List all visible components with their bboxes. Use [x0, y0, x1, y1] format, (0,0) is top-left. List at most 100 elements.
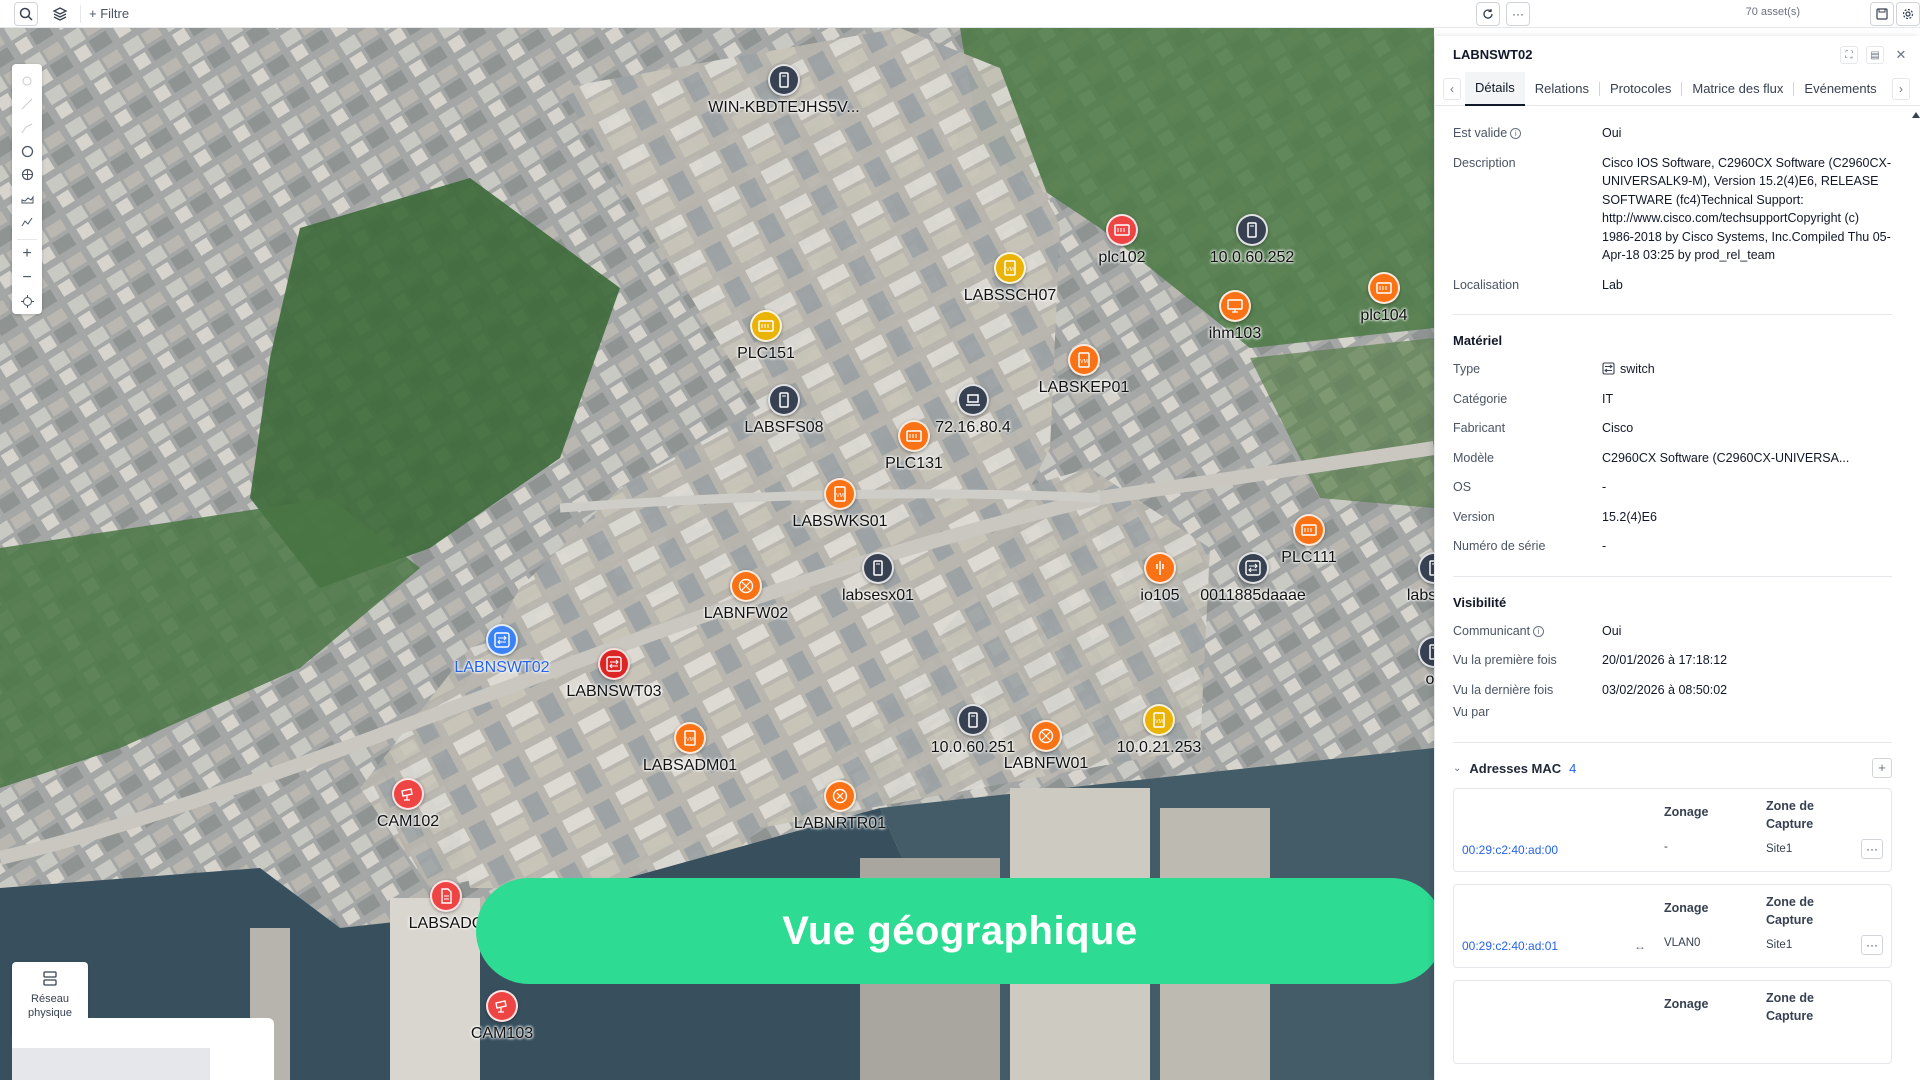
info-icon[interactable]: i	[1510, 128, 1522, 140]
elevation-tool-button[interactable]	[16, 211, 38, 233]
row-description: Description Cisco IOS Software, C2960CX …	[1453, 154, 1892, 265]
svg-text:VM: VM	[686, 737, 694, 743]
capture-header: Zone de Capture	[1766, 990, 1814, 1023]
mac-card: Zonage Zone de Capture	[1453, 979, 1892, 1064]
mac-section-header[interactable]: ⌄ Adresses MAC 4 +	[1453, 757, 1892, 778]
os-label: OS	[1453, 480, 1472, 494]
asset-marker[interactable]: CAM102	[308, 778, 508, 831]
settings-button[interactable]	[1896, 2, 1920, 26]
globe-tool-button[interactable]	[16, 164, 38, 186]
row-derniere: Vu la dernière fois 03/02/2026 à 08:50:0…	[1453, 681, 1892, 700]
asset-marker[interactable]: 10.0.60.252	[1152, 214, 1352, 267]
measure-tool-button[interactable]	[16, 70, 38, 92]
info-icon[interactable]: i	[1533, 625, 1545, 637]
line-tool-button[interactable]	[16, 94, 38, 116]
add-mac-button[interactable]: +	[1872, 757, 1892, 778]
localisation-value: Lab	[1602, 277, 1623, 292]
asset-marker[interactable]: PLC131	[814, 420, 1014, 473]
elevation-icon	[21, 217, 32, 227]
categorie-label: Catégorie	[1453, 391, 1508, 406]
save-button[interactable]	[1870, 2, 1894, 26]
communicant-value: Oui	[1602, 623, 1622, 638]
asset-marker[interactable]: CAM103	[402, 990, 602, 1043]
asset-marker[interactable]: oc	[1334, 636, 1434, 689]
panel-tabs: ‹ Détails Relations Protocoles Matrice d…	[1435, 71, 1920, 106]
tab-evenements[interactable]: Evénements	[1794, 72, 1876, 106]
more-options-button[interactable]: ···	[1861, 934, 1883, 955]
asset-marker[interactable]: PLC151	[666, 310, 866, 363]
mac-address-link[interactable]: 00:29:c2:40:ad:00	[1462, 843, 1558, 857]
polyline-tool-button[interactable]	[16, 117, 38, 139]
add-filter-button[interactable]: + Filtre	[89, 6, 129, 21]
tab-protocoles[interactable]: Protocoles	[1600, 72, 1681, 106]
area-tool-button[interactable]	[16, 188, 38, 210]
close-icon: ✕	[1895, 47, 1907, 62]
network-icon	[43, 971, 57, 986]
asset-marker[interactable]: labscyb	[1334, 552, 1434, 605]
zoom-out-button[interactable]: −	[16, 267, 38, 289]
tabs-next-button[interactable]: ›	[1892, 78, 1910, 100]
asset-marker[interactable]: LABNRTR01	[740, 780, 940, 833]
layers-button[interactable]	[48, 2, 72, 26]
locate-button[interactable]	[16, 290, 38, 312]
asset-marker[interactable]: VM 10.0.21.253	[1059, 704, 1259, 757]
server-icon	[1418, 636, 1434, 668]
asset-label: labscyb	[1406, 587, 1434, 604]
zoom-in-button[interactable]: +	[16, 243, 38, 265]
server-icon	[1236, 214, 1268, 246]
row-fabricant: Fabricant Cisco	[1453, 419, 1892, 438]
tab-matrice[interactable]: Matrice des flux	[1682, 72, 1793, 106]
tab-details[interactable]: Détails	[1465, 71, 1525, 106]
fabricant-label: Fabricant	[1453, 421, 1506, 435]
panel-header: LABNSWT02 ⛶ ▤ ✕	[1435, 36, 1920, 72]
asset-label: PLC151	[737, 345, 795, 362]
line-icon	[21, 98, 33, 110]
circle-icon	[21, 145, 33, 157]
zonage-value: -	[1664, 840, 1668, 853]
visibilite-title: Visibilité	[1453, 594, 1507, 610]
server-icon	[768, 384, 800, 416]
asset-marker[interactable]: 0011885daaae	[1153, 552, 1353, 605]
asset-marker[interactable]: LABNSWT03	[514, 648, 714, 701]
expand-button[interactable]: ⛶	[1840, 46, 1858, 64]
asset-label: 0011885daaae	[1200, 587, 1306, 604]
chevron-down-icon: ⌄	[1453, 762, 1462, 774]
asset-marker[interactable]: VM LABSWKS01	[740, 478, 940, 531]
plc-icon	[898, 420, 930, 452]
mac-address-link[interactable]: 00:29:c2:40:ad:01	[1462, 939, 1558, 953]
dock-button[interactable]: ▤	[1866, 46, 1884, 64]
minimap-viewport	[12, 1048, 210, 1080]
categorie-value: IT	[1602, 391, 1614, 406]
serie-label: Numéro de série	[1453, 539, 1546, 553]
vm-icon: VM	[1143, 704, 1175, 736]
svg-text:VM: VM	[836, 493, 844, 499]
search-icon	[19, 7, 33, 21]
more-options-button[interactable]: ···	[1861, 838, 1883, 859]
derniere-label: Vu la dernière fois	[1453, 682, 1554, 697]
router-icon	[824, 780, 856, 812]
firewall-icon	[1030, 720, 1062, 752]
more-button[interactable]: ···	[1506, 2, 1530, 26]
refresh-button[interactable]	[1476, 2, 1500, 26]
asset-marker[interactable]: VM LABSADM01	[590, 722, 790, 775]
search-button[interactable]	[14, 1, 38, 26]
tab-relations[interactable]: Relations	[1525, 72, 1599, 106]
close-button[interactable]: ✕	[1892, 46, 1910, 64]
asset-label: ihm103	[1208, 325, 1262, 342]
scroll-up-icon	[1912, 112, 1920, 118]
asset-marker[interactable]: LABNFW02	[646, 570, 846, 623]
asset-detail-panel: LABNSWT02 ⛶ ▤ ✕ ‹ Détails Relations Prot…	[1434, 36, 1920, 1080]
asset-marker[interactable]: VM LABSSCH07	[910, 252, 1110, 305]
row-serie: Numéro de série -	[1453, 537, 1892, 556]
switch-icon	[1602, 362, 1615, 375]
asset-marker[interactable]: WIN-KBDTEJHS5V...	[684, 64, 884, 117]
asset-marker[interactable]: plc104	[1284, 272, 1434, 325]
zonage-value: VLAN0	[1664, 936, 1701, 949]
row-localisation: Localisation Lab	[1453, 276, 1892, 295]
toolbar-divider	[80, 4, 81, 23]
tabs-prev-button[interactable]: ‹	[1443, 77, 1461, 100]
save-icon	[1876, 8, 1888, 20]
panel-scrollbar[interactable]	[1912, 108, 1920, 1078]
minimap[interactable]	[12, 1018, 274, 1080]
circle-tool-button[interactable]	[16, 141, 38, 163]
